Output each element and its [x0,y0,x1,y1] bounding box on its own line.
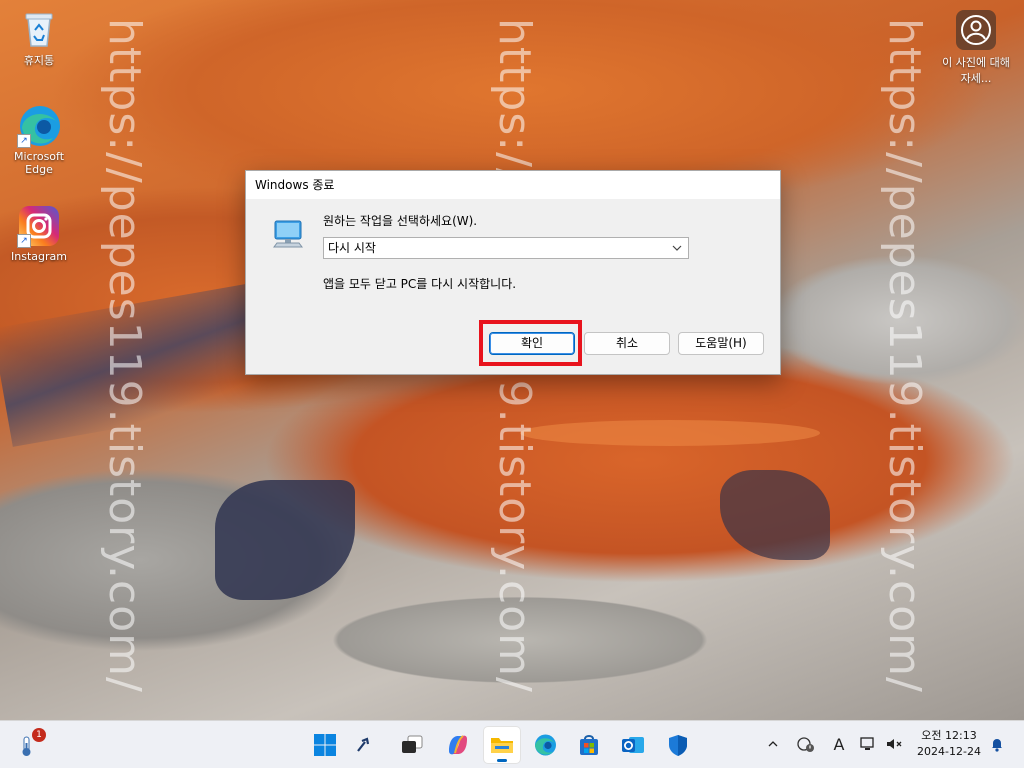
action-prompt: 원하는 작업을 선택하세요(W). [323,214,478,228]
notification-bell-icon[interactable] [986,733,1008,755]
edge-icon: ↗ [17,104,61,148]
windows-start-icon [314,734,336,756]
taskbar-edge-button[interactable] [527,727,563,763]
help-button[interactable]: 도움말(H) [678,332,764,355]
defender-button[interactable] [660,727,696,763]
copilot-button[interactable] [440,727,476,763]
copilot-icon [449,735,467,755]
start-button[interactable] [307,727,343,763]
pc-status-icon[interactable] [857,733,879,755]
edge-icon [535,734,556,756]
chevron-down-icon [670,238,684,258]
action-description: 앱을 모두 닫고 PC를 다시 시작합니다. [323,277,517,291]
computer-icon [272,217,306,254]
file-explorer-button[interactable] [484,727,520,763]
dialog-title: Windows 종료 [246,171,780,199]
desktop-icon-label: Microsoft Edge [13,150,65,176]
ime-indicator[interactable]: A [828,733,850,755]
weather-widget[interactable]: 1 [14,728,46,759]
store-icon [580,735,598,755]
network-error-icon[interactable] [795,733,817,755]
clock-date: 2024-12-24 [917,745,981,758]
learn-about-picture[interactable]: 이 사진에 대해 자세... [940,10,1012,86]
desktop-icon-instagram[interactable]: ↗ Instagram [4,204,74,263]
desktop-icon-edge[interactable]: ↗ Microsoft Edge [4,104,74,176]
dune-ridge [520,420,820,446]
store-button[interactable] [571,727,607,763]
folder-icon [491,738,513,753]
desktop-icon-recycle-bin[interactable]: 휴지통 [4,6,74,68]
taskbar: 1 A 오전 12:13 2024-12-24 [0,720,1024,768]
outlook-icon [622,737,644,753]
photo-info-icon [956,10,996,50]
task-view-button[interactable] [394,727,430,763]
highlight-box [479,320,582,366]
notification-badge: 1 [32,728,46,742]
cancel-button[interactable]: 취소 [584,332,670,355]
dune-shadow [720,470,830,560]
recycle-bin-icon [17,6,61,50]
shield-icon [669,735,687,756]
dune-shadow [215,480,355,600]
taskbar-tools-button[interactable] [346,727,382,763]
desktop-icon-label: Instagram [11,250,67,263]
action-dropdown[interactable]: 다시 시작 [323,237,689,259]
watermark-text: https://pepes119.tistory.com/ [100,18,150,693]
tools-icon [357,737,370,752]
action-dropdown-value: 다시 시작 [328,241,376,255]
instagram-icon: ↗ [17,204,61,248]
task-view-icon [402,735,423,753]
watermark-text: https://pepes119.tistory.com/ [880,18,930,693]
photo-info-label: 이 사진에 대해 자세... [942,56,1010,85]
desktop-icon-label: 휴지통 [23,54,55,67]
shortcut-arrow-icon: ↗ [17,234,31,248]
tray-overflow-chevron-up-icon[interactable] [762,733,784,755]
volume-muted-icon[interactable] [883,733,905,755]
clock-time: 오전 12:13 [921,729,977,742]
system-clock[interactable]: 오전 12:13 2024-12-24 [916,728,982,760]
shortcut-arrow-icon: ↗ [17,134,31,148]
outlook-button[interactable] [615,727,651,763]
